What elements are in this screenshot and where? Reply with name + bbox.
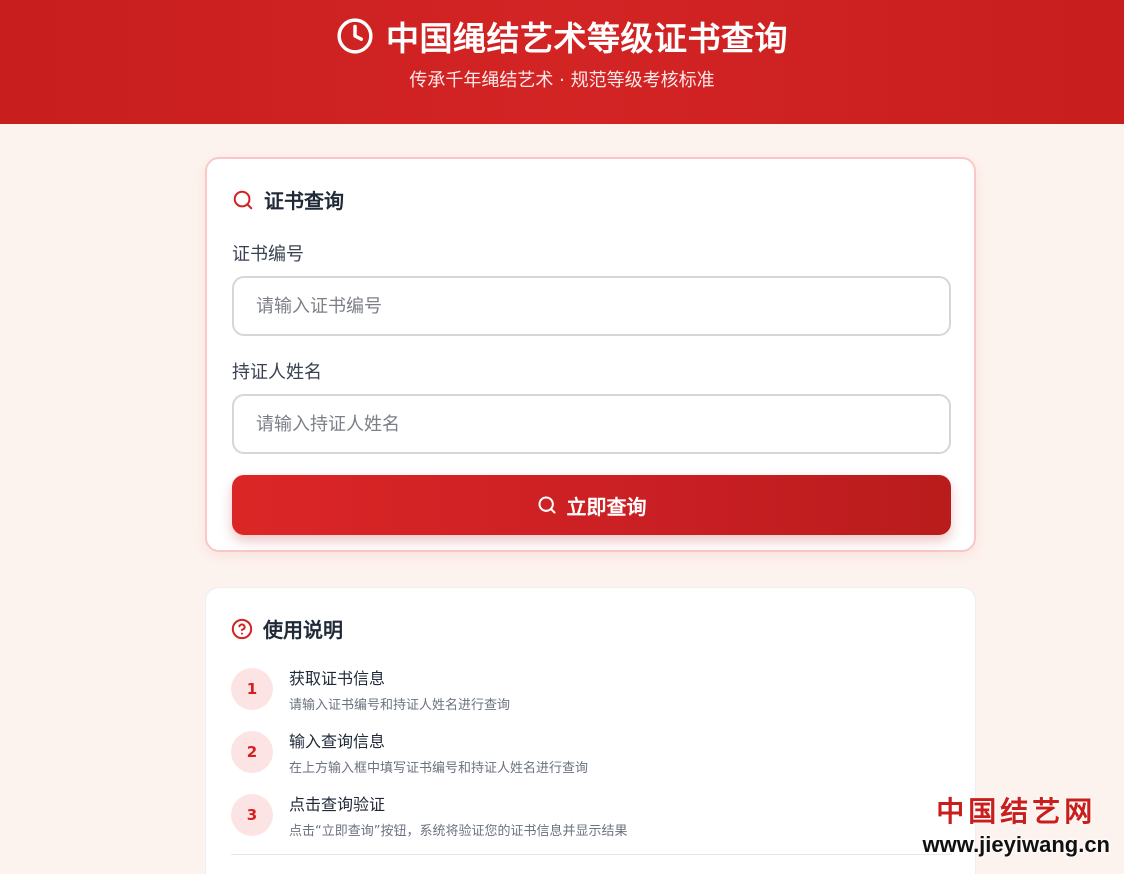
step-number-badge: 3 bbox=[231, 793, 273, 836]
cert-number-input[interactable] bbox=[232, 276, 951, 336]
list-item: 1 获取证书信息 请输入证书编号和持证人姓名进行查询 bbox=[231, 657, 950, 720]
watermark-site-name: 中国结艺网 bbox=[936, 795, 1097, 828]
step-title: 获取证书信息 bbox=[289, 668, 386, 688]
divider bbox=[231, 854, 952, 855]
query-submit-label: 立即查询 bbox=[566, 494, 647, 519]
query-submit-button[interactable]: 立即查询 bbox=[232, 475, 951, 535]
certificate-query-card: 证书查询 证书编号 持证人姓名 立即查询 bbox=[205, 157, 976, 552]
page-title: 中国绳结艺术等级证书查询 bbox=[386, 19, 788, 58]
page-subtitle: 传承千年绳结艺术 · 规范等级考核标准 bbox=[409, 70, 715, 91]
page-header: 中国绳结艺术等级证书查询 传承千年绳结艺术 · 规范等级考核标准 bbox=[0, 0, 1124, 124]
step-text: 输入查询信息 在上方输入框中填写证书编号和持证人姓名进行查询 bbox=[289, 728, 588, 776]
clock-icon bbox=[336, 17, 374, 55]
step-title: 输入查询信息 bbox=[289, 731, 386, 751]
site-watermark: 中国结艺网 www.jieyiwang.cn bbox=[923, 790, 1110, 858]
step-number-badge: 2 bbox=[231, 730, 273, 773]
list-item: 3 点击查询验证 点击“立即查询”按钮，系统将验证您的证书信息并显示结果 bbox=[231, 783, 950, 846]
list-item: 2 输入查询信息 在上方输入框中填写证书编号和持证人姓名进行查询 bbox=[231, 720, 950, 783]
step-text: 获取证书信息 请输入证书编号和持证人姓名进行查询 bbox=[289, 665, 510, 713]
step-title: 点击查询验证 bbox=[289, 794, 386, 814]
watermark-url: www.jieyiwang.cn bbox=[922, 832, 1110, 857]
help-section-title-text: 使用说明 bbox=[263, 618, 343, 642]
holder-name-input[interactable] bbox=[232, 394, 951, 454]
step-description: 请输入证书编号和持证人姓名进行查询 bbox=[289, 697, 511, 713]
help-section-title: 使用说明 bbox=[231, 614, 950, 643]
step-text: 点击查询验证 点击“立即查询”按钮，系统将验证您的证书信息并显示结果 bbox=[289, 791, 627, 839]
usage-instructions-card: 使用说明 1 获取证书信息 请输入证书编号和持证人姓名进行查询 2 输入查询信息… bbox=[205, 587, 976, 874]
cert-number-label: 证书编号 bbox=[232, 244, 304, 265]
step-description: 在上方输入框中填写证书编号和持证人姓名进行查询 bbox=[289, 760, 589, 776]
query-section-title: 证书查询 bbox=[232, 185, 949, 214]
step-number-badge: 1 bbox=[231, 667, 273, 710]
steps-list: 1 获取证书信息 请输入证书编号和持证人姓名进行查询 2 输入查询信息 在上方输… bbox=[231, 657, 950, 846]
query-section-title-text: 证书查询 bbox=[264, 189, 344, 213]
search-icon bbox=[232, 189, 254, 211]
step-description: 点击“立即查询”按钮，系统将验证您的证书信息并显示结果 bbox=[289, 823, 628, 839]
header-title-row: 中国绳结艺术等级证书查询 bbox=[0, 14, 1124, 58]
holder-name-label: 持证人姓名 bbox=[232, 362, 322, 383]
search-icon bbox=[537, 495, 557, 515]
help-circle-icon bbox=[231, 618, 253, 640]
